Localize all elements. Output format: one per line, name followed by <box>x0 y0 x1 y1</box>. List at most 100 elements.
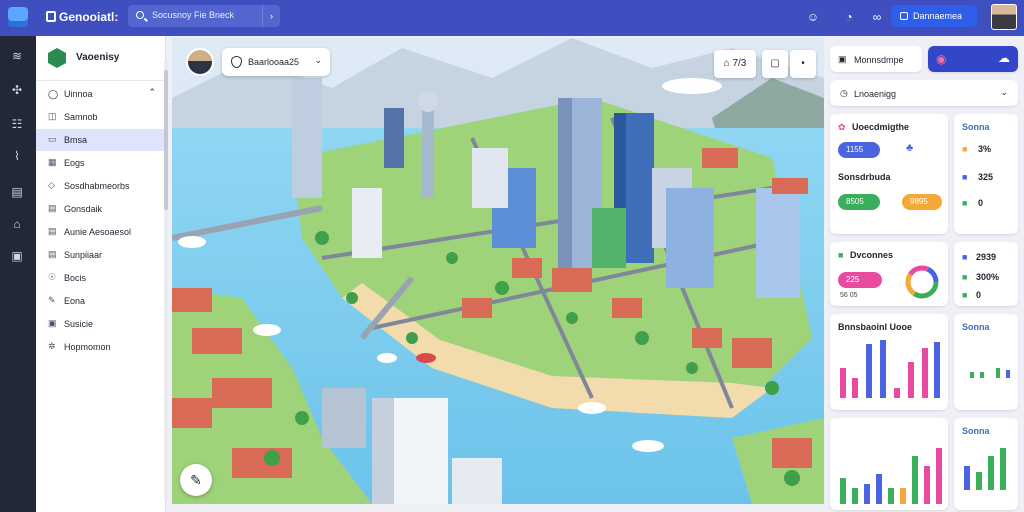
sidebar-item-label: Samnob <box>64 112 98 122</box>
gear-icon: ✲ <box>48 341 56 351</box>
location-select[interactable]: Baarlooaa25 ⌄ <box>222 48 330 76</box>
sidebar-item[interactable]: ▤ Aunie Aesoaesol <box>36 221 164 243</box>
sidebar-item-label: Bmsa <box>64 135 88 145</box>
icon-rail: ≋ ✣ ☷ ⌇ ▤ ⌂ ▣ <box>0 36 36 512</box>
bar <box>894 388 900 398</box>
layers-control[interactable]: ⌂ 7/3 <box>714 50 756 78</box>
cloud-icon: ☁ <box>998 51 1010 65</box>
monitor-icon <box>900 12 908 20</box>
doc-icon: ▤ <box>48 203 57 213</box>
sidebar-item-label: Bocis <box>64 273 87 283</box>
sidebar-item[interactable]: ▣ Susicie <box>36 313 164 335</box>
chart-icon[interactable]: ⌇ <box>9 148 25 164</box>
chevron-down-icon: ⌄ <box>314 55 322 65</box>
layers-icon: ▭ <box>48 134 57 144</box>
square-icon: ▢ <box>770 58 780 69</box>
top-bar: Genooiatl: Socusnoy Fie Bneck › ☺ ◔ ∞ Da… <box>0 0 1024 36</box>
doc-icon[interactable]: ▤ <box>9 184 25 200</box>
sidebar-item-label: Sosdhabmeorbs <box>64 181 130 191</box>
smile-icon[interactable]: ☺ <box>804 8 822 26</box>
sidebar-item[interactable]: ☉ Bocis <box>36 267 164 289</box>
shield-logo-icon <box>48 48 66 68</box>
clock-icon: ◷ <box>840 88 848 98</box>
bar-chart-1 <box>840 340 940 398</box>
bar <box>922 348 928 398</box>
side-bar-chart-2 <box>964 448 1006 490</box>
scrollbar-thumb[interactable] <box>164 70 168 210</box>
dot-icon: • <box>801 58 805 69</box>
sidebar-scrollbar[interactable] <box>164 60 168 500</box>
map-user-avatar[interactable] <box>186 48 214 76</box>
right-panel: ▣ Monnsdmpe ◉ ☁ ◷ Lnoaenigg ⌄ ✿ Uoecdmig… <box>828 38 1024 512</box>
tag-icon: ◇ <box>48 180 55 190</box>
target-icon: ◉ <box>936 52 947 66</box>
bar-chart-2 <box>840 448 942 504</box>
map-icon: ◫ <box>48 111 57 121</box>
square-icon: ■ <box>962 290 968 300</box>
side-chart-card-1: Sonna <box>954 314 1018 410</box>
link-icon[interactable]: ∞ <box>868 8 886 26</box>
chevron-down-icon: ⌄ <box>1000 87 1008 97</box>
app-logo-icon[interactable] <box>8 7 28 27</box>
sidebar-title: Vaoenisy <box>76 52 120 63</box>
avatar[interactable] <box>991 4 1017 30</box>
square-icon: ■ <box>962 198 968 208</box>
more-button[interactable]: • <box>790 50 816 78</box>
app-title: Genooiatl: <box>46 10 118 24</box>
chevron-right-icon[interactable]: › <box>262 5 280 27</box>
sidebar-item-label: Eona <box>64 296 86 306</box>
user-button[interactable]: Dannaemea <box>891 5 977 27</box>
share-button[interactable]: ◉ ☁ <box>928 46 1018 72</box>
doc-icon: ▤ <box>48 249 57 259</box>
doc-icon <box>46 11 56 22</box>
search-icon <box>136 11 144 19</box>
tag-icon[interactable]: ⌂ <box>9 216 25 232</box>
settings-icon: ☉ <box>48 272 57 282</box>
bar-chart-card-2 <box>830 418 948 510</box>
bar <box>908 362 914 398</box>
list-icon[interactable]: ☷ <box>9 116 25 132</box>
sidebar-item[interactable]: ◫ Samnob <box>36 106 164 128</box>
fullscreen-button[interactable]: ▢ <box>762 50 788 78</box>
sidebar-item[interactable]: ◇ Sosdhabmeorbs <box>36 175 164 197</box>
sidebar-item[interactable]: ✎ Eona <box>36 290 164 312</box>
bar <box>866 344 872 398</box>
sidebar-item[interactable]: ▭ Bmsa <box>36 129 164 151</box>
square-icon: ■ <box>962 172 968 182</box>
pencil-icon: ✎ <box>48 295 56 305</box>
sidebar-item[interactable]: ▤ Gonsdaik <box>36 198 164 220</box>
sidebar-item[interactable]: ✲ Hopmomon <box>36 336 164 358</box>
edit-fab-button[interactable]: ✎ <box>180 464 212 496</box>
stats-card-2: ■ Dvconnes 225 56 05 <box>830 242 948 306</box>
stats-card-1: ✿ Uoecdmigthe 1155 ♣ Sonsdrbuda 8505 989… <box>830 114 948 234</box>
graph-icon[interactable]: ✣ <box>9 82 25 98</box>
sidebar-item[interactable]: ▤ Sunpiiaar <box>36 244 164 266</box>
side-stats-card-1: Sonna ■ 3% ■ 325 ■ 0 <box>954 114 1018 234</box>
sidebar-item-label: Susicie <box>64 319 94 329</box>
bar <box>852 378 858 398</box>
chevron-up-icon: ⌃ <box>148 87 156 97</box>
layers-icon[interactable]: ≋ <box>9 48 25 64</box>
sidebar: Vaoenisy ◯ Uinnoa ⌃ ◫ Samnob ▭ Bmsa ▦ Eogs ◇ So… <box>36 36 166 512</box>
top-info-card[interactable]: ▣ Monnsdmpe <box>830 46 922 72</box>
sidebar-item-label: Sunpiiaar <box>64 250 103 260</box>
square-icon: ■ <box>838 250 844 260</box>
square-icon: ■ <box>962 144 968 154</box>
sidebar-item-label: Gonsdaik <box>64 204 103 214</box>
monitor-icon: ▣ <box>838 54 847 64</box>
search-input[interactable]: Socusnoy Fie Bneck › <box>128 5 280 27</box>
bar <box>840 368 846 398</box>
sidebar-section[interactable]: ◯ Uinnoa ⌃ <box>36 84 164 104</box>
sidebar-item[interactable]: ▦ Eogs <box>36 152 164 174</box>
city-map[interactable] <box>172 38 824 504</box>
pencil-icon: ✎ <box>190 472 202 488</box>
pie-icon[interactable]: ◔ <box>840 8 858 26</box>
users-icon: ♣ <box>906 142 914 154</box>
bar <box>880 340 886 398</box>
box-icon: ▣ <box>48 318 57 328</box>
square-icon: ■ <box>962 272 968 282</box>
grid-icon: ▦ <box>48 157 57 167</box>
file-icon[interactable]: ▣ <box>9 248 25 264</box>
flower-icon: ✿ <box>838 122 846 132</box>
filter-select[interactable]: ◷ Lnoaenigg ⌄ <box>830 80 1018 106</box>
